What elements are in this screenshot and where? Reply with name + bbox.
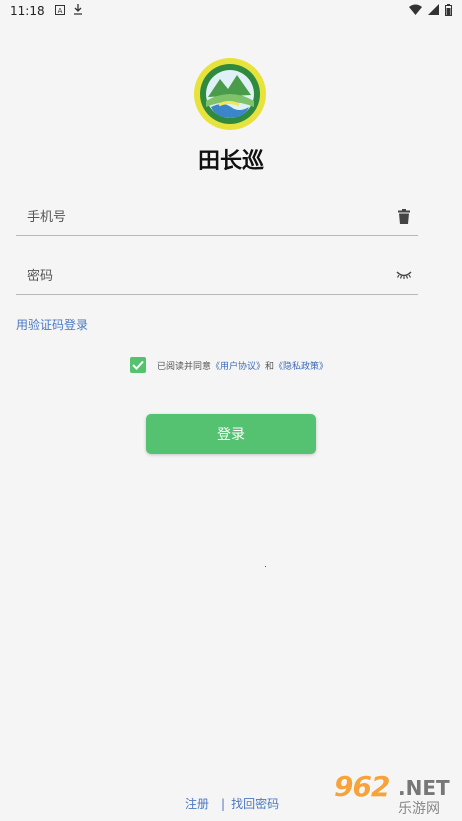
password-field-row xyxy=(16,259,418,295)
status-bar: 11:18 A xyxy=(0,0,462,22)
app-logo xyxy=(193,57,267,131)
eye-closed-icon[interactable] xyxy=(394,265,414,285)
watermark: 962 .NET 乐游网 xyxy=(320,768,458,818)
agreement-and: 和 xyxy=(265,361,275,372)
password-input[interactable] xyxy=(16,261,376,292)
agreement-prefix: 已阅读并同意 xyxy=(157,361,212,372)
phone-field-row xyxy=(16,200,418,236)
register-link[interactable]: 注册 xyxy=(185,795,209,812)
watermark-cn: 乐游网 xyxy=(398,801,440,817)
app-title: 田长巡 xyxy=(197,149,264,174)
wifi-icon xyxy=(409,4,422,18)
agreement-row: 已阅读并同意 《用户协议》 和 《隐私政策》 xyxy=(130,356,328,374)
signal-icon xyxy=(428,4,439,18)
phone-input[interactable] xyxy=(16,202,376,233)
forgot-password-link[interactable]: 找回密码 xyxy=(231,795,279,812)
watermark-number: 962 xyxy=(334,770,390,803)
privacy-policy-link[interactable]: 《隐私政策》 xyxy=(274,359,328,372)
a-icon: A xyxy=(54,4,65,18)
stray-dot xyxy=(265,566,266,567)
download-icon xyxy=(73,4,83,18)
login-button[interactable]: 登录 xyxy=(146,414,316,454)
watermark-net: .NET xyxy=(398,776,450,800)
footer-links: 注册 | 找回密码 xyxy=(185,795,279,812)
svg-text:A: A xyxy=(57,7,62,15)
status-time: 11:18 xyxy=(10,4,45,18)
trash-icon[interactable] xyxy=(394,206,414,226)
agreement-checkbox[interactable] xyxy=(130,357,146,373)
user-agreement-link[interactable]: 《用户协议》 xyxy=(211,359,265,372)
footer-separator: | xyxy=(221,796,226,811)
battery-icon xyxy=(445,3,452,19)
sms-login-link[interactable]: 用验证码登录 xyxy=(16,316,88,333)
